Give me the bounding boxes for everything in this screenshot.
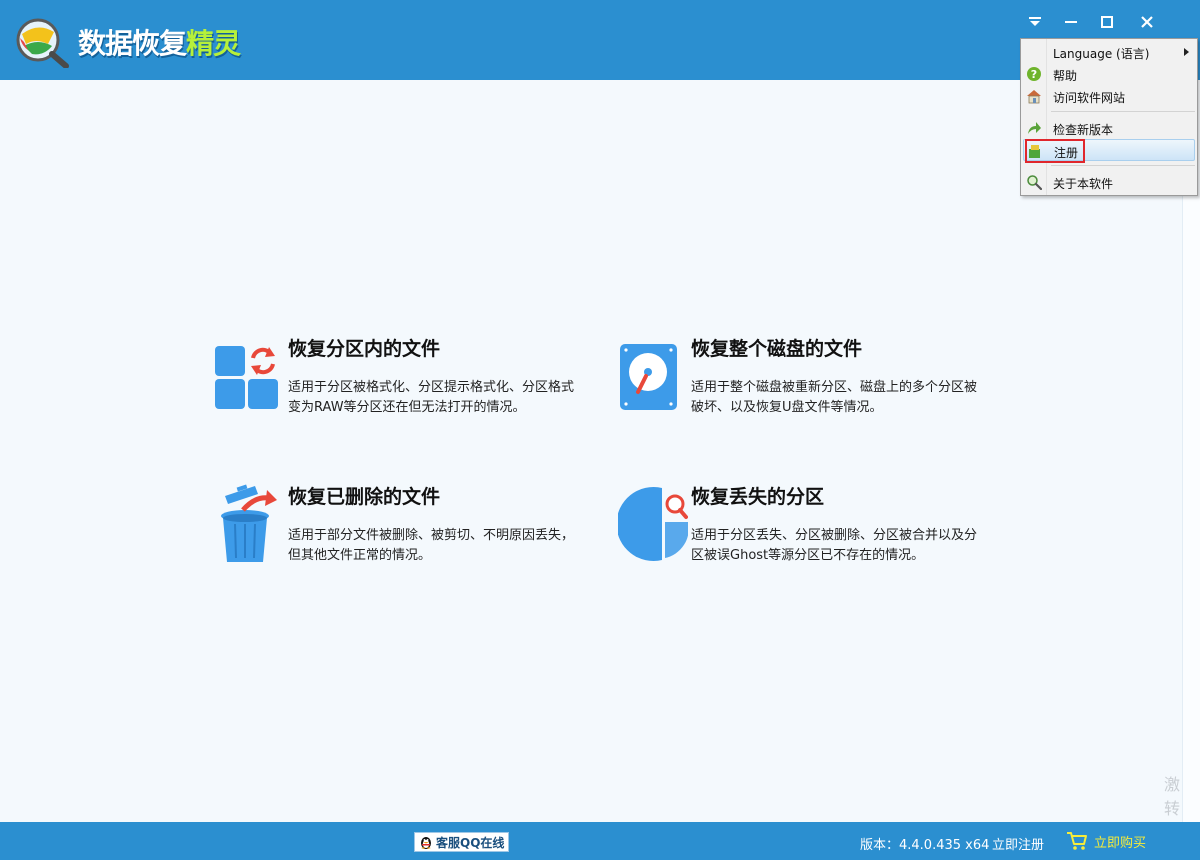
qq-support-label: 客服QQ在线 [436, 835, 505, 850]
menu-item-register[interactable]: 注册 [1023, 139, 1195, 161]
card-description: 适用于部分文件被删除、被剪切、不明原因丢失，但其他文件正常的情况。 [288, 528, 575, 563]
menu-separator [1051, 165, 1195, 166]
buy-now-label: 立即购买 [1094, 835, 1147, 851]
card-title: 恢复丢失的分区 [691, 486, 825, 508]
watermark-text-1: 激 [1164, 775, 1181, 794]
close-button[interactable] [1132, 8, 1162, 36]
menu-dropdown-button[interactable] [1020, 8, 1050, 36]
magnifier-disk-logo [16, 18, 69, 68]
app-title-main: 数据恢复 [78, 27, 187, 60]
menu-item-label: 访问软件网站 [1053, 91, 1126, 105]
maximize-icon [1101, 16, 1113, 28]
trash-bin-icon [221, 484, 277, 562]
menu-item-label: 关于本软件 [1053, 177, 1114, 191]
card-title: 恢复整个磁盘的文件 [691, 338, 863, 360]
menu-item-label: Language (语言) [1053, 47, 1150, 61]
menu-item-visit-website[interactable]: 访问软件网站 [1023, 85, 1195, 107]
card-title: 恢复分区内的文件 [288, 338, 441, 360]
recover-lost-partition-card[interactable]: 恢复丢失的分区 适用于分区丢失、分区被删除、分区被合并以及分区被误Ghost等源… [618, 482, 988, 572]
menu-separator [1051, 111, 1195, 112]
about-magnifier-icon [1027, 175, 1042, 190]
menu-item-about[interactable]: 关于本软件 [1023, 171, 1195, 193]
main-panel [0, 80, 1182, 822]
buy-now-button[interactable]: 立即购买 [1066, 830, 1146, 852]
menu-item-label: 注册 [1054, 146, 1079, 160]
menu-item-help[interactable]: ? 帮助 [1023, 63, 1195, 85]
register-now-link[interactable]: 立即注册 [992, 834, 1044, 853]
app-title-accent: 精灵 [186, 27, 241, 60]
submenu-arrow-icon [1184, 48, 1189, 56]
status-bar: 客服QQ在线 版本：4.4.0.435 x64 立即注册 立即购买 [0, 822, 1200, 860]
hard-disk-icon [620, 344, 677, 410]
pie-search-icon [618, 487, 688, 561]
minimize-icon [1065, 21, 1077, 23]
home-icon [1027, 90, 1041, 104]
minimize-button[interactable] [1056, 8, 1086, 36]
card-description: 适用于整个磁盘被重新分区、磁盘上的多个分区被破坏、以及恢复U盘文件等情况。 [691, 380, 978, 415]
version-text: 版本：4.4.0.435 x64 [860, 838, 990, 853]
qq-support-button[interactable]: 客服QQ在线 [414, 832, 510, 852]
register-key-icon [1029, 145, 1040, 158]
qq-penguin-icon [421, 837, 431, 849]
svg-text:?: ? [1031, 68, 1037, 81]
card-description: 适用于分区被格式化、分区提示格式化、分区格式变为RAW等分区还在但无法打开的情况… [288, 380, 575, 415]
main-dropdown-menu: Language (语言) ? 帮助 访问软件网站 检查新版本 注册 关于本软件 [1020, 38, 1198, 196]
close-icon [1141, 16, 1153, 28]
shopping-cart-icon [1067, 832, 1087, 850]
update-arrow-icon [1028, 122, 1041, 134]
app-title: 数据恢复精灵 [78, 22, 241, 62]
watermark-text-2: 转 [1164, 799, 1181, 818]
menu-item-check-update[interactable]: 检查新版本 [1023, 117, 1195, 139]
dropdown-triangle-icon [1029, 17, 1041, 26]
recover-deleted-files-card[interactable]: 恢复已删除的文件 适用于部分文件被删除、被剪切、不明原因丢失，但其他文件正常的情… [215, 482, 585, 572]
partition-recover-icon [215, 346, 278, 409]
recover-partition-files-card[interactable]: 恢复分区内的文件 适用于分区被格式化、分区提示格式化、分区格式变为RAW等分区还… [215, 334, 585, 424]
menu-item-label: 帮助 [1053, 69, 1078, 83]
menu-item-language[interactable]: Language (语言) [1023, 41, 1195, 63]
menu-item-label: 检查新版本 [1053, 123, 1114, 137]
maximize-button[interactable] [1092, 8, 1122, 36]
help-icon: ? [1027, 67, 1041, 81]
card-title: 恢复已删除的文件 [288, 486, 441, 508]
recover-whole-disk-card[interactable]: 恢复整个磁盘的文件 适用于整个磁盘被重新分区、磁盘上的多个分区被破坏、以及恢复U… [618, 334, 988, 424]
card-description: 适用于分区丢失、分区被删除、分区被合并以及分区被误Ghost等源分区已不存在的情… [691, 528, 978, 563]
